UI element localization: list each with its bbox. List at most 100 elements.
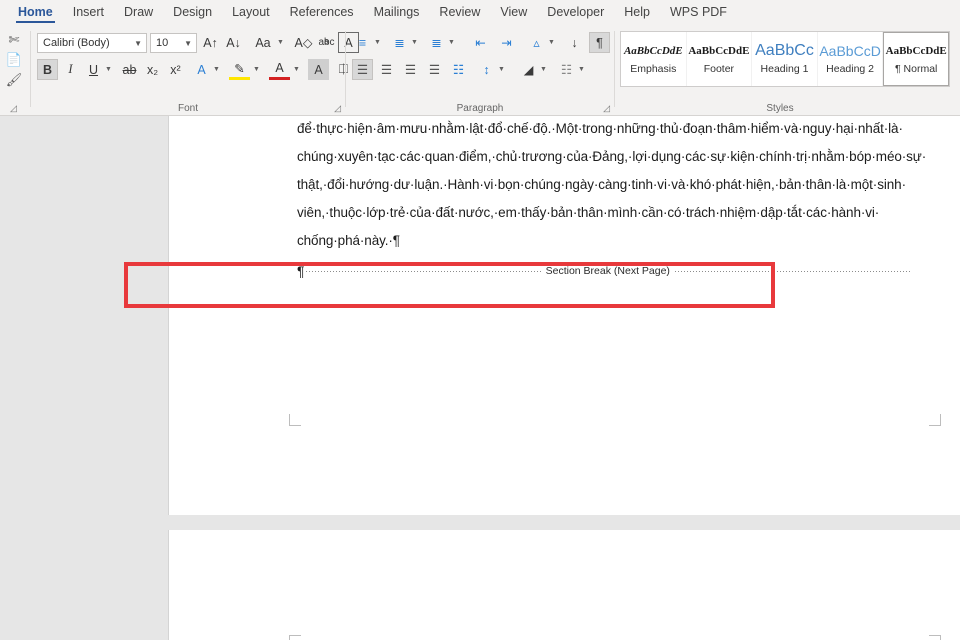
chevron-down-icon[interactable]: ▼ xyxy=(447,32,456,53)
text-effects-icon[interactable]: A xyxy=(191,59,212,80)
decrease-indent-icon[interactable]: ⇤ xyxy=(470,32,491,53)
chevron-down-icon[interactable]: ▼ xyxy=(252,59,261,80)
tab-design[interactable]: Design xyxy=(163,0,222,27)
superscript-icon[interactable]: x² xyxy=(165,59,186,80)
chevron-down-icon: ▼ xyxy=(134,38,142,48)
chevron-down-icon[interactable]: ▼ xyxy=(373,32,382,53)
styles-group: AaBbCcDdE Emphasis AaBbCcDdE Footer AaBb… xyxy=(615,27,960,116)
doc-line-2: chúng·xuyên·tạc·các·quan·điểm,·chủ·trươn… xyxy=(297,149,927,164)
chevron-down-icon[interactable]: ▼ xyxy=(577,59,586,80)
tab-developer[interactable]: Developer xyxy=(537,0,614,27)
underline-icon[interactable]: U xyxy=(83,59,104,80)
align-left-icon[interactable]: ☰ xyxy=(352,59,373,80)
clear-formatting-icon[interactable]: A◇ xyxy=(293,32,314,53)
align-center-icon[interactable]: ☰ xyxy=(376,59,397,80)
style-heading-2[interactable]: AaBbCcD Heading 2 xyxy=(818,32,884,86)
multilevel-list-icon[interactable]: ≣ xyxy=(426,32,447,53)
doc-line-3: thật,·đổi·hướng·dư·luận.·Hành·vi·bọn·chú… xyxy=(297,177,906,192)
tab-insert-label: Insert xyxy=(72,5,104,19)
tab-help[interactable]: Help xyxy=(614,0,660,27)
format-painter-icon[interactable]: 🖌 xyxy=(4,71,24,89)
tab-wps-pdf[interactable]: WPS PDF xyxy=(660,0,737,27)
show-formatting-marks-icon[interactable]: ¶ xyxy=(589,32,610,53)
chevron-down-icon[interactable]: ▼ xyxy=(212,59,221,80)
tab-insert[interactable]: Insert xyxy=(63,0,114,27)
style-footer-preview: AaBbCcDdE xyxy=(688,45,750,57)
align-right-icon[interactable]: ☰ xyxy=(400,59,421,80)
cut-icon[interactable]: ✄ xyxy=(4,31,24,49)
styles-gallery[interactable]: AaBbCcDdE Emphasis AaBbCcDdE Footer AaBb… xyxy=(620,31,950,87)
chevron-down-icon[interactable]: ▼ xyxy=(410,32,419,53)
borders-icon[interactable]: ☷ xyxy=(556,59,577,80)
font-size-value: 10 xyxy=(156,37,169,49)
font-group: Calibri (Body) ▼ 10 ▼ A↑ A↓ Aa ▼ A◇ ᵃ ab… xyxy=(31,27,359,116)
justify-icon[interactable]: ☰ xyxy=(424,59,445,80)
style-heading-1[interactable]: AaBbCc Heading 1 xyxy=(752,32,818,86)
strikethrough-icon[interactable]: ab xyxy=(119,59,140,80)
font-name-combo[interactable]: Calibri (Body) ▼ xyxy=(37,33,147,53)
chevron-down-icon[interactable]: ▼ xyxy=(547,32,556,53)
chevron-down-icon[interactable]: ▼ xyxy=(292,59,301,80)
style-heading-2-preview: AaBbCcD xyxy=(819,43,881,59)
increase-indent-icon[interactable]: ⇥ xyxy=(496,32,517,53)
font-color-icon[interactable]: A xyxy=(269,59,290,80)
section-break[interactable]: ¶ Section Break (Next Page) xyxy=(297,263,910,279)
sort-icon[interactable]: ▵ xyxy=(526,32,547,53)
tab-home-label: Home xyxy=(18,5,53,19)
distributed-icon[interactable]: ☷ xyxy=(448,59,469,80)
bullets-icon[interactable]: ≡ xyxy=(352,32,373,53)
document-page-1[interactable]: để·thực·hiện·âm·mưu·nhằm·lật·đổ·chế·độ.·… xyxy=(168,116,960,515)
shrink-font-icon[interactable]: A↓ xyxy=(223,32,244,53)
clipboard-dialog-launcher[interactable]: ◿ xyxy=(10,104,17,113)
tab-mailings-label: Mailings xyxy=(373,5,420,19)
style-footer-label: Footer xyxy=(703,63,735,75)
paragraph-group-label: Paragraph xyxy=(456,103,504,114)
sort-az-icon[interactable]: ↓ xyxy=(564,32,585,53)
tab-view[interactable]: View xyxy=(490,0,537,27)
phonetic-guide-icon[interactable]: abc xyxy=(316,32,337,53)
chevron-down-icon[interactable]: ▼ xyxy=(539,59,548,80)
section-break-rule-right xyxy=(674,270,910,272)
tab-home[interactable]: Home xyxy=(8,0,63,27)
bold-icon[interactable]: B xyxy=(37,59,58,80)
tab-developer-label: Developer xyxy=(547,5,605,19)
margin-corner-bottom-right xyxy=(929,414,941,426)
section-break-label: Section Break (Next Page) xyxy=(545,265,670,277)
font-dialog-launcher[interactable]: ◿ xyxy=(334,104,341,113)
style-footer[interactable]: AaBbCcDdE Footer xyxy=(687,32,753,86)
tab-layout[interactable]: Layout xyxy=(222,0,280,27)
shading-icon[interactable]: ◢ xyxy=(518,59,539,80)
margin-corner-top-right xyxy=(929,635,941,640)
document-workspace[interactable]: để·thực·hiện·âm·mưu·nhằm·lật·đổ·chế·độ.·… xyxy=(0,116,960,640)
chevron-down-icon[interactable]: ▼ xyxy=(497,59,506,80)
font-size-combo[interactable]: 10 ▼ xyxy=(150,33,197,53)
italic-icon[interactable]: I xyxy=(60,59,81,80)
chevron-down-icon[interactable]: ▼ xyxy=(276,32,285,53)
tab-layout-label: Layout xyxy=(232,5,270,19)
paragraph-dialog-launcher[interactable]: ◿ xyxy=(603,104,610,113)
tab-mailings[interactable]: Mailings xyxy=(364,0,430,27)
line-spacing-icon[interactable]: ↕ xyxy=(476,59,497,80)
style-heading-1-preview: AaBbCc xyxy=(755,42,814,59)
style-heading-2-label: Heading 2 xyxy=(826,63,875,75)
document-page-2[interactable] xyxy=(168,530,960,640)
tab-help-label: Help xyxy=(624,5,650,19)
style-normal[interactable]: AaBbCcDdE ¶ Normal xyxy=(883,32,949,86)
tab-draw[interactable]: Draw xyxy=(114,0,163,27)
tab-review-label: Review xyxy=(439,5,481,19)
style-emphasis[interactable]: AaBbCcDdE Emphasis xyxy=(621,32,687,86)
tab-review[interactable]: Review xyxy=(429,0,490,27)
character-shading-icon[interactable]: A xyxy=(308,59,329,80)
style-normal-preview: AaBbCcDdE xyxy=(885,45,947,57)
ribbon-body: ✄ 📄 🖌 ◿ Calibri (Body) ▼ 10 ▼ A↑ A↓ Aa ▼… xyxy=(0,27,960,116)
tab-references[interactable]: References xyxy=(280,0,364,27)
copy-icon[interactable]: 📄 xyxy=(4,51,24,69)
change-case-icon[interactable]: Aa xyxy=(250,32,276,53)
tab-design-label: Design xyxy=(173,5,213,19)
subscript-icon[interactable]: x₂ xyxy=(142,59,163,80)
text-highlight-icon[interactable]: ✎ xyxy=(229,59,250,80)
numbering-icon[interactable]: ≣ xyxy=(389,32,410,53)
grow-font-icon[interactable]: A↑ xyxy=(200,32,221,53)
doc-line-5: chống·phá·này.·¶ xyxy=(297,233,400,248)
chevron-down-icon[interactable]: ▼ xyxy=(104,59,113,80)
